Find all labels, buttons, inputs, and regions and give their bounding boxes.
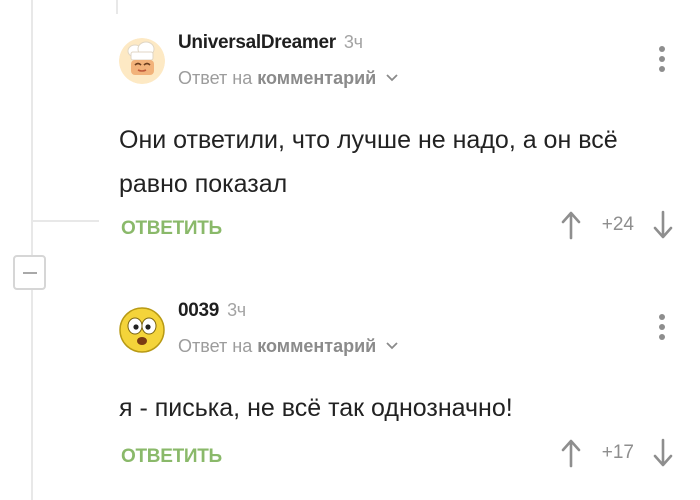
vote-score: +24 [601, 214, 634, 235]
minus-icon [22, 271, 37, 274]
reply-to[interactable]: Ответ на комментарий [178, 336, 399, 357]
comment-author[interactable]: 0039 3ч [178, 300, 246, 322]
arrow-up-icon[interactable] [560, 438, 582, 468]
shocked-emoji-avatar[interactable] [119, 307, 165, 353]
reply-to[interactable]: Ответ на комментарий [178, 68, 399, 89]
reply-to-link[interactable]: комментарий [257, 336, 376, 356]
arrow-up-icon[interactable] [560, 210, 582, 240]
comment-author[interactable]: UniversalDreamer 3ч [178, 32, 363, 54]
more-vertical-icon[interactable] [659, 314, 665, 342]
comment-time: 3ч [343, 32, 363, 52]
chef-avatar[interactable] [119, 38, 165, 84]
author-name[interactable]: 0039 [178, 300, 219, 321]
thread-line [31, 0, 33, 500]
vote-controls: +17 [560, 438, 674, 468]
chevron-down-icon[interactable] [385, 341, 399, 351]
comment-text: Они ответили, что лучше не надо, а он вс… [119, 126, 618, 198]
arrow-down-icon[interactable] [652, 210, 674, 240]
vote-controls: +24 [560, 210, 674, 240]
comment-text: я - писька, не всё так однозначно! [119, 394, 513, 422]
reply-prefix: Ответ на [178, 336, 253, 356]
reply-prefix: Ответ на [178, 68, 253, 88]
thread-tick [31, 220, 99, 222]
arrow-down-icon[interactable] [652, 438, 674, 468]
vote-score: +17 [601, 442, 634, 463]
more-vertical-icon[interactable] [659, 46, 665, 74]
chevron-down-icon[interactable] [385, 73, 399, 83]
author-name[interactable]: UniversalDreamer [178, 32, 336, 53]
thread-line-top [116, 0, 118, 14]
reply-to-link[interactable]: комментарий [257, 68, 376, 88]
collapse-thread-button[interactable] [13, 255, 46, 290]
reply-button[interactable]: ОТВЕТИТЬ [121, 218, 222, 240]
reply-button[interactable]: ОТВЕТИТЬ [121, 446, 222, 468]
comment-time: 3ч [227, 300, 246, 320]
